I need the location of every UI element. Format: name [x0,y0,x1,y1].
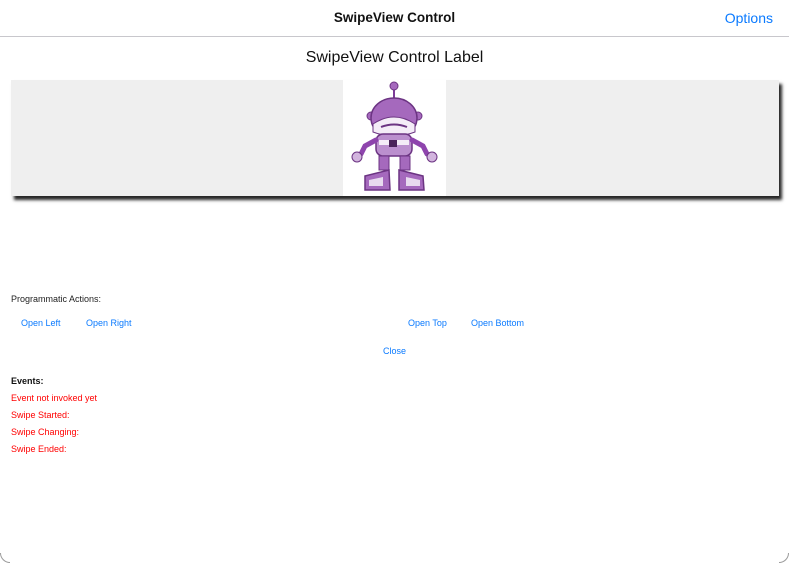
swipe-started-line: Swipe Started: [11,410,70,420]
page-title: SwipeView Control [333,10,456,25]
swipe-view[interactable] [11,80,779,196]
open-top-button[interactable]: Open Top [408,318,447,328]
open-left-button[interactable]: Open Left [21,318,61,328]
swipe-ended-line: Swipe Ended: [11,444,67,454]
swipeview-control-label: SwipeView Control Label [305,49,484,66]
events-title: Events: [11,376,44,386]
open-bottom-button[interactable]: Open Bottom [471,318,524,328]
robot-mascot-icon [351,81,438,191]
close-button[interactable]: Close [383,346,406,356]
window-corner-right [779,553,789,563]
swipe-changing-line: Swipe Changing: [11,427,80,437]
open-right-button[interactable]: Open Right [86,318,132,328]
event-status-line: Event not invoked yet [11,393,98,403]
programmatic-actions-label: Programmatic Actions: [11,294,102,304]
window-corner-left [0,553,10,563]
options-button[interactable]: Options [725,10,773,26]
navigation-bar: SwipeView Control Options [0,0,789,37]
robot-image [343,80,446,196]
